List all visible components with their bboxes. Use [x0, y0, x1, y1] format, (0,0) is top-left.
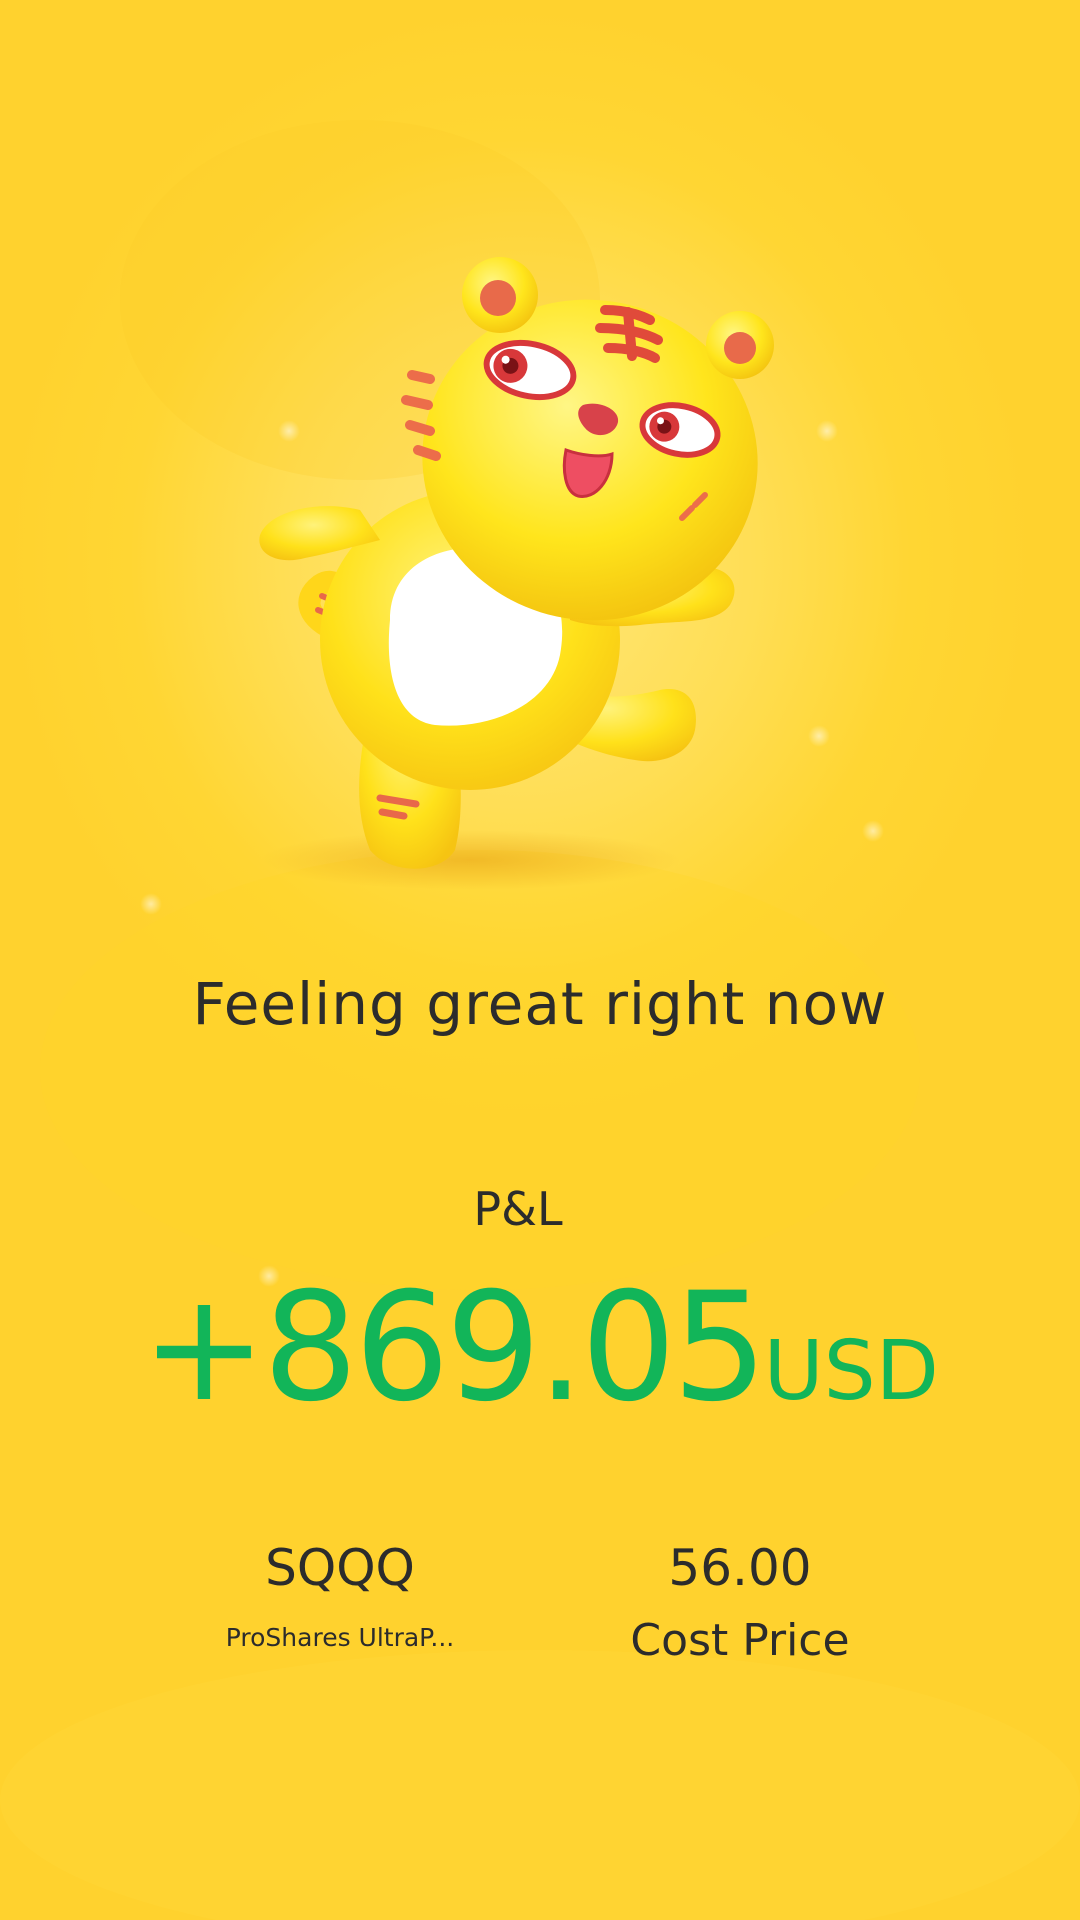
sparkle: [808, 725, 830, 747]
tiger-mascot-icon: [259, 257, 774, 890]
background-blob: [0, 1650, 1080, 1920]
cost-price-value: 56.00: [668, 1539, 812, 1597]
sparkle: [862, 820, 884, 842]
pl-amount: +869.05USD: [0, 1268, 1080, 1428]
pl-currency: USD: [763, 1324, 939, 1419]
cost-price-info: 56.00 Cost Price: [580, 1535, 900, 1666]
pl-label: P&L: [473, 1182, 563, 1236]
stock-symbol: SQQQ: [265, 1539, 415, 1597]
pl-value: +869.05: [141, 1261, 768, 1435]
share-card: Feeling great right now P&L +869.05USD S…: [0, 0, 1080, 1920]
stock-name: ProShares UltraP...: [225, 1623, 455, 1652]
stock-info: SQQQ ProShares UltraP...: [180, 1535, 500, 1652]
mood-message: Feeling great right now: [192, 970, 888, 1038]
sparkle: [816, 420, 838, 442]
cost-price-label: Cost Price: [630, 1615, 850, 1666]
sparkle: [140, 893, 162, 915]
